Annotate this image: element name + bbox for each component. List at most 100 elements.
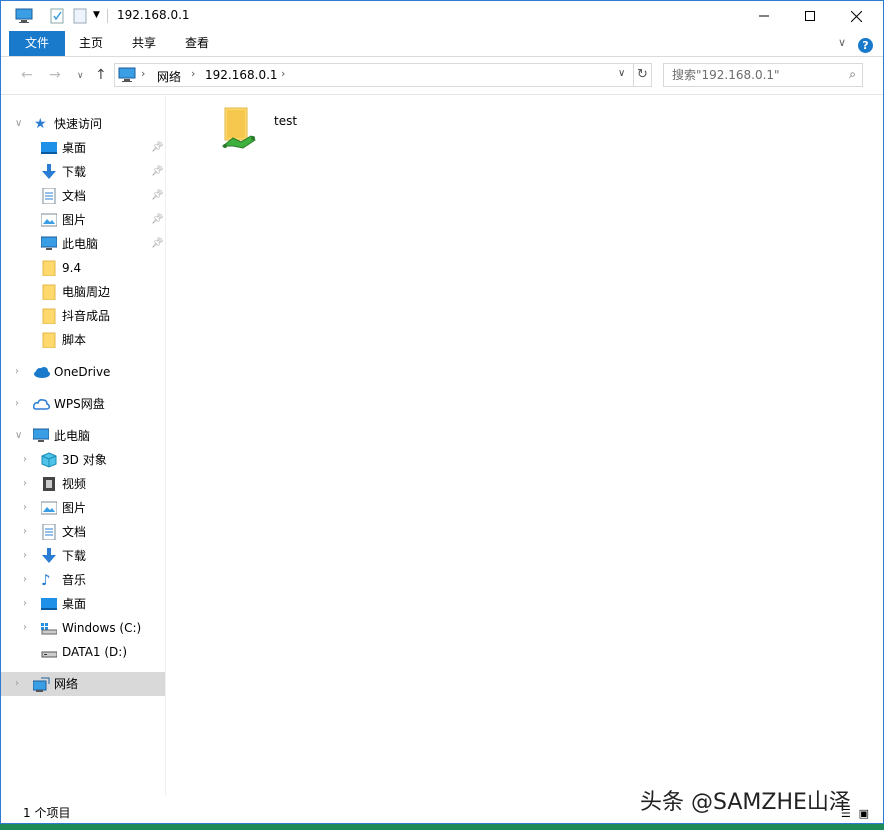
- sidebar-item-folder-scripts[interactable]: 脚本: [1, 328, 165, 352]
- sidebar-item-pc-desktop[interactable]: › 桌面: [1, 592, 165, 616]
- navigation-pane: ∨ ★ 快速访问 桌面 📌︎ 下载 📌︎ 文档 📌︎ 图片 📌︎ 此电脑 �: [1, 96, 166, 796]
- title-bar: ▼ 192.168.0.1: [1, 1, 883, 31]
- search-box[interactable]: ⌕: [663, 63, 863, 87]
- chevron-right-icon[interactable]: ›: [281, 67, 285, 80]
- chevron-right-icon[interactable]: ›: [23, 520, 27, 544]
- chevron-right-icon[interactable]: ›: [191, 67, 195, 80]
- forward-arrow-icon[interactable]: →: [49, 67, 61, 83]
- customize-toolbar-icon[interactable]: ▼: [93, 10, 100, 20]
- chevron-right-icon[interactable]: ›: [23, 592, 27, 616]
- file-list: test: [167, 96, 883, 796]
- sidebar-item-3d-objects[interactable]: › 3D 对象: [1, 448, 165, 472]
- sidebar-item-pc-pictures[interactable]: › 图片: [1, 496, 165, 520]
- recent-dropdown-icon[interactable]: ∨: [77, 71, 84, 81]
- refresh-button[interactable]: ↻: [634, 63, 652, 87]
- chevron-right-icon[interactable]: ›: [23, 544, 27, 568]
- pictures-icon: [40, 500, 58, 516]
- video-icon: [41, 476, 57, 492]
- chevron-right-icon[interactable]: ›: [15, 672, 19, 696]
- sidebar-item-label: 电脑周边: [62, 285, 111, 299]
- ribbon-tabs: 文件 主页 共享 查看 ∨: [1, 31, 883, 57]
- address-bar[interactable]: › 网络 › 192.168.0.1 › ∨: [114, 63, 634, 87]
- pin-icon[interactable]: 📌︎: [151, 160, 164, 184]
- pin-icon[interactable]: 📌︎: [151, 208, 164, 232]
- chevron-right-icon[interactable]: ›: [23, 568, 27, 592]
- chevron-down-icon[interactable]: ∨: [15, 112, 22, 136]
- drive-icon: [41, 644, 58, 660]
- maximize-button[interactable]: [787, 1, 833, 31]
- sidebar-item-music[interactable]: › ♪ 音乐: [1, 568, 165, 592]
- sidebar-item-label: Windows (C:): [62, 621, 142, 635]
- sidebar-item-pc-downloads[interactable]: › 下载: [1, 544, 165, 568]
- network-icon: [32, 676, 50, 692]
- sidebar-item-label: 抖音成品: [62, 309, 111, 323]
- cloud-icon: [33, 364, 50, 380]
- pin-icon[interactable]: 📌︎: [151, 136, 164, 160]
- computer-icon: [40, 236, 58, 252]
- computer-icon: [15, 8, 33, 27]
- close-button[interactable]: [833, 1, 879, 31]
- tab-share[interactable]: 共享: [119, 31, 169, 56]
- sidebar-item-folder-peripherals[interactable]: 电脑周边: [1, 280, 165, 304]
- sidebar-item-label: 文档: [62, 189, 87, 203]
- large-icons-view-icon[interactable]: ▣: [859, 807, 869, 820]
- sidebar-item-drive-d[interactable]: DATA1 (D:): [1, 640, 165, 664]
- chevron-right-icon[interactable]: ›: [23, 448, 27, 472]
- sidebar-item-documents[interactable]: 文档 📌︎: [1, 184, 165, 208]
- sidebar-item-network[interactable]: › 网络: [1, 672, 165, 696]
- sidebar-item-label: 下载: [62, 165, 87, 179]
- sidebar-item-onedrive[interactable]: › OneDrive: [1, 360, 165, 384]
- breadcrumb-network[interactable]: 网络: [157, 68, 181, 85]
- sidebar-item-videos[interactable]: › 视频: [1, 472, 165, 496]
- sidebar-item-label: 图片: [62, 213, 87, 227]
- sidebar-item-quick-access[interactable]: ∨ ★ 快速访问: [1, 112, 165, 136]
- sidebar-item-desktop[interactable]: 桌面 📌︎: [1, 136, 165, 160]
- sidebar-item-label: 桌面: [62, 141, 87, 155]
- sidebar-item-label: 下载: [62, 549, 87, 563]
- search-icon[interactable]: ⌕: [849, 67, 856, 82]
- minimize-button[interactable]: [741, 1, 787, 31]
- back-arrow-icon[interactable]: ←: [21, 67, 33, 83]
- folder-icon: [41, 284, 57, 301]
- chevron-right-icon[interactable]: ›: [141, 67, 145, 80]
- chevron-down-icon[interactable]: ∨: [15, 424, 22, 448]
- sidebar-item-pictures[interactable]: 图片 📌︎: [1, 208, 165, 232]
- sidebar-item-downloads[interactable]: 下载 📌︎: [1, 160, 165, 184]
- sidebar-item-this-pc[interactable]: ∨ 此电脑: [1, 424, 165, 448]
- pin-icon[interactable]: 📌︎: [151, 232, 164, 256]
- chevron-right-icon[interactable]: ›: [23, 496, 27, 520]
- new-folder-icon[interactable]: [73, 8, 87, 27]
- chevron-right-icon[interactable]: ›: [15, 392, 19, 416]
- sidebar-item-folder-9-4[interactable]: 9.4: [1, 256, 165, 280]
- pin-icon[interactable]: 📌︎: [151, 184, 164, 208]
- 3d-objects-icon: [41, 452, 57, 468]
- computer-icon: [32, 428, 50, 444]
- tab-view[interactable]: 查看: [173, 31, 221, 56]
- folder-icon: [41, 260, 57, 277]
- expand-ribbon-icon[interactable]: ∨: [838, 36, 846, 49]
- chevron-right-icon[interactable]: ›: [15, 360, 19, 384]
- tab-file[interactable]: 文件: [9, 31, 65, 56]
- address-dropdown-icon[interactable]: ∨: [618, 68, 632, 79]
- chevron-right-icon[interactable]: ›: [23, 616, 27, 640]
- sidebar-item-wps[interactable]: › WPS网盘: [1, 392, 165, 416]
- breadcrumb-host[interactable]: 192.168.0.1: [205, 68, 278, 82]
- chevron-right-icon[interactable]: ›: [23, 472, 27, 496]
- up-arrow-icon[interactable]: ↑: [95, 67, 107, 83]
- help-icon[interactable]: ?: [858, 38, 873, 53]
- windows-drive-icon: [41, 620, 58, 636]
- sidebar-item-drive-c[interactable]: › Windows (C:): [1, 616, 165, 640]
- sidebar-item-label: 视频: [62, 477, 87, 491]
- item-count: 1 个项目: [23, 806, 71, 820]
- window-title: 192.168.0.1: [117, 8, 190, 22]
- search-input[interactable]: [672, 67, 842, 83]
- navigation-bar: ← → ∨ ↑ › 网络 › 192.168.0.1 › ∨ ↻ ⌕: [1, 57, 883, 95]
- folder-name[interactable]: test: [274, 114, 297, 128]
- properties-icon[interactable]: [49, 8, 65, 27]
- sidebar-item-pc-documents[interactable]: › 文档: [1, 520, 165, 544]
- sidebar-item-folder-douyin[interactable]: 抖音成品: [1, 304, 165, 328]
- shared-folder-icon[interactable]: [219, 106, 259, 154]
- tab-home[interactable]: 主页: [67, 31, 115, 56]
- sidebar-item-label: 快速访问: [54, 117, 103, 131]
- sidebar-item-this-pc-quick[interactable]: 此电脑 📌︎: [1, 232, 165, 256]
